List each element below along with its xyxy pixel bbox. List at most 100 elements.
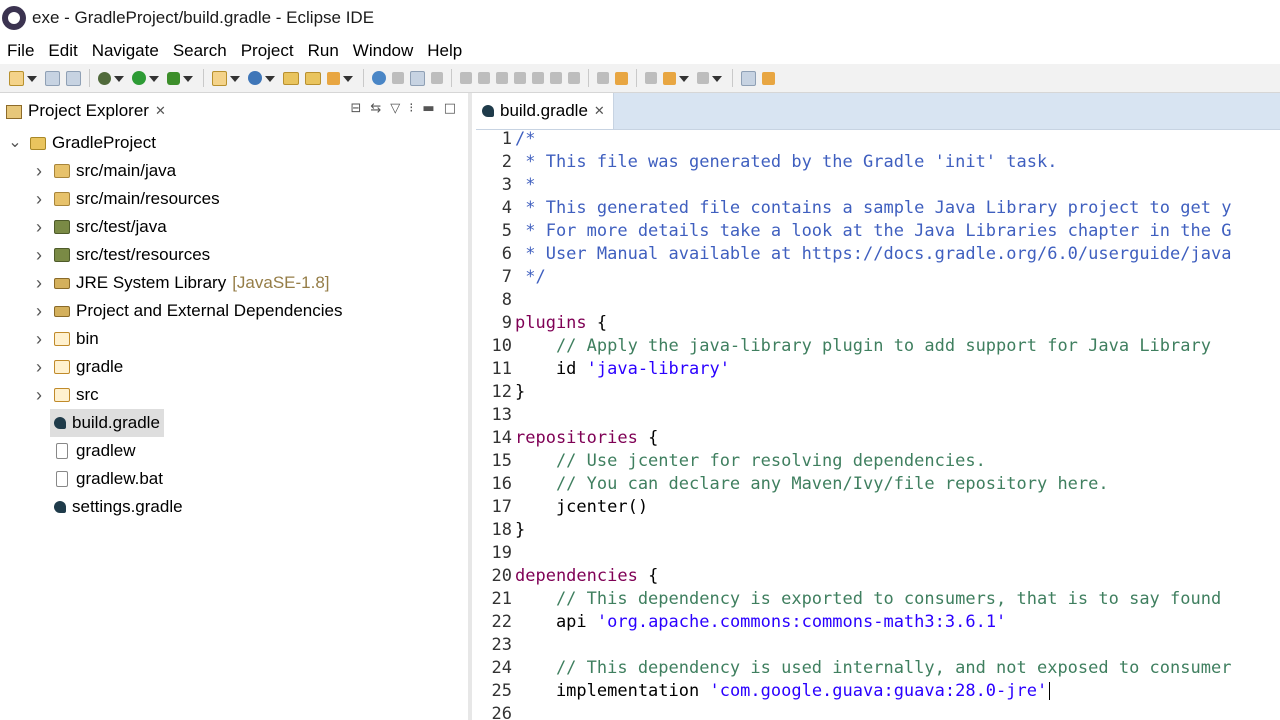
tree-item-content: src <box>54 385 99 405</box>
step-into-icon[interactable] <box>532 72 544 84</box>
tree-item[interactable]: › gradle <box>36 353 123 381</box>
new-java-class-dropdown-icon[interactable] <box>265 74 275 83</box>
chevron-down-icon[interactable]: ⌄ <box>8 135 22 151</box>
line-number: 8 <box>501 290 512 310</box>
previous-annotation-icon[interactable] <box>615 71 628 85</box>
line-number: 4 <box>501 198 512 218</box>
forward-icon[interactable] <box>697 72 709 84</box>
tree-item[interactable]: gradlew.bat <box>54 465 163 493</box>
new-dropdown-icon[interactable] <box>27 74 37 83</box>
filter-icon[interactable]: ▽ <box>390 101 400 116</box>
code-line: jcenter() <box>515 497 648 517</box>
chevron-right-icon[interactable]: › <box>32 190 46 208</box>
forward-dropdown-icon[interactable] <box>712 74 722 83</box>
minimize-icon[interactable]: ▬ <box>422 101 434 116</box>
code-line: // Use jcenter for resolving dependencie… <box>515 451 986 471</box>
new-java-project-dropdown-icon[interactable] <box>230 74 240 83</box>
menu-navigate[interactable]: Navigate <box>92 41 159 61</box>
web-browser-icon[interactable] <box>372 71 386 85</box>
open-perspective-icon[interactable] <box>741 70 756 86</box>
test-package-folder-icon <box>54 220 70 234</box>
code-line: id 'java-library' <box>515 359 730 379</box>
view-menu-icon[interactable]: ⁝ <box>409 101 413 116</box>
tree-item[interactable]: ⌄ GradleProject <box>8 129 156 157</box>
back-icon[interactable] <box>663 71 676 85</box>
search-icon[interactable] <box>327 71 340 85</box>
external-tools-dropdown-icon[interactable] <box>183 74 193 83</box>
next-annotation-icon[interactable] <box>597 72 609 84</box>
open-type-icon[interactable] <box>283 71 299 85</box>
chevron-right-icon[interactable]: › <box>32 218 46 236</box>
step-over-icon[interactable] <box>550 72 562 84</box>
link-with-editor-icon[interactable]: ⇆ <box>370 101 381 116</box>
tree-item-content: src/main/resources <box>54 189 220 209</box>
tree-item[interactable]: › bin <box>36 325 99 353</box>
maximize-icon[interactable]: □ <box>444 101 456 116</box>
external-tools-icon[interactable] <box>167 71 180 85</box>
tree-item[interactable]: gradlew <box>54 437 136 465</box>
menu-edit[interactable]: Edit <box>48 41 77 61</box>
gradle-tasks-icon[interactable] <box>392 72 404 84</box>
new-java-project-icon[interactable] <box>212 70 227 86</box>
line-number-gutter: 1 2 3 4 5 6 7 8 9 10 11 12 13 14 15 16 17 18 19 20 21 22 23 24 2… <box>476 129 514 720</box>
tree-item[interactable]: › src/main/resources <box>36 185 220 213</box>
code-text[interactable]: /* * This file was generated by the Grad… <box>515 129 1280 720</box>
tree-item[interactable]: › Project and External Dependencies <box>36 297 343 325</box>
line-number: 19 <box>491 543 512 563</box>
close-icon[interactable]: ✕ <box>155 104 166 119</box>
tree-item[interactable]: settings.gradle <box>54 493 183 521</box>
step-return-icon[interactable] <box>568 72 580 84</box>
code-editor[interactable]: 1 2 3 4 5 6 7 8 9 10 11 12 13 14 15 16 17 18 19 20 21 22 23 24 2… <box>476 129 1280 720</box>
console-icon[interactable] <box>410 70 425 86</box>
open-folder-icon[interactable] <box>305 71 321 85</box>
chevron-right-icon[interactable]: › <box>32 386 46 404</box>
line-number: 9 <box>501 313 512 333</box>
resume-icon[interactable] <box>460 72 472 84</box>
tree-item[interactable]: › src/test/java <box>36 213 167 241</box>
close-icon[interactable]: ✕ <box>594 104 605 119</box>
last-edit-location-icon[interactable] <box>645 72 657 84</box>
save-icon[interactable] <box>45 70 60 86</box>
tree-item[interactable]: › src/main/java <box>36 157 176 185</box>
run-icon[interactable] <box>132 71 146 85</box>
terminate-icon[interactable] <box>496 72 508 84</box>
debug-dropdown-icon[interactable] <box>114 74 124 83</box>
save-all-icon[interactable] <box>66 70 81 86</box>
java-perspective-icon[interactable] <box>762 71 775 85</box>
chevron-right-icon[interactable]: › <box>32 274 46 292</box>
run-dropdown-icon[interactable] <box>149 74 159 83</box>
code-line: } <box>515 520 525 540</box>
disconnect-icon[interactable] <box>514 72 526 84</box>
search-dropdown-icon[interactable] <box>343 74 353 83</box>
tree-item[interactable]: › JRE System Library [JavaSE-1.8] <box>36 269 330 297</box>
tree-item[interactable]: › src/test/resources <box>36 241 210 269</box>
tree-item-label: GradleProject <box>52 133 156 152</box>
menu-file[interactable]: File <box>7 41 34 61</box>
new-java-class-icon[interactable] <box>248 71 262 85</box>
chevron-right-icon[interactable]: › <box>32 162 46 180</box>
tree-item-label: JRE System Library <box>76 273 227 292</box>
back-dropdown-icon[interactable] <box>679 74 689 83</box>
chevron-right-icon[interactable]: › <box>32 246 46 264</box>
project-explorer-tab[interactable]: Project Explorer ✕ ⊟ ⇆ ▽ ⁝ ▬ □ <box>0 93 468 129</box>
editor-tab-build-gradle[interactable]: build.gradle ✕ <box>476 93 614 129</box>
chevron-right-icon[interactable]: › <box>32 358 46 376</box>
line-number: 11 <box>491 359 512 379</box>
menu-window[interactable]: Window <box>353 41 413 61</box>
toggle-breakpoint-icon[interactable] <box>431 72 443 84</box>
menu-search[interactable]: Search <box>173 41 227 61</box>
new-icon[interactable] <box>9 70 24 86</box>
project-explorer-title: Project Explorer <box>28 101 149 120</box>
suspend-icon[interactable] <box>478 72 490 84</box>
menu-run[interactable]: Run <box>308 41 339 61</box>
chevron-right-icon[interactable]: › <box>32 330 46 348</box>
tree-item-label: build.gradle <box>72 413 160 432</box>
tree-item[interactable]: build.gradle <box>50 409 164 437</box>
menu-help[interactable]: Help <box>427 41 462 61</box>
debug-icon[interactable] <box>98 71 111 85</box>
menu-project[interactable]: Project <box>241 41 294 61</box>
tree-item[interactable]: › src <box>36 381 99 409</box>
code-token: */ <box>515 267 546 287</box>
collapse-all-icon[interactable]: ⊟ <box>350 101 361 116</box>
chevron-right-icon[interactable]: › <box>32 302 46 320</box>
